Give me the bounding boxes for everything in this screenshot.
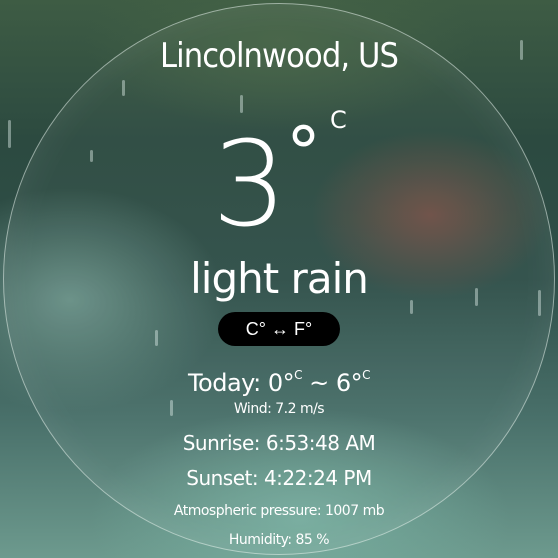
- today-range: Today: 0°C ~ 6°C: [0, 358, 558, 400]
- unit-toggle-button[interactable]: C° ↔ F°: [218, 312, 340, 346]
- today-separator: ~: [302, 369, 336, 397]
- today-min: 0°: [267, 369, 295, 397]
- wind-speed: Wind: 7.2 m/s: [233, 401, 325, 417]
- today-max: 6°: [335, 369, 363, 397]
- degree-symbol: °: [286, 112, 321, 194]
- weather-background: Lincolnwood, US 3 ° C light rain C° ↔ F°…: [0, 0, 558, 558]
- sunrise-time: Sunrise: 6:53:48 AM: [182, 431, 376, 455]
- humidity: Humidity: 85 %: [228, 532, 330, 548]
- temperature-value: 3: [212, 115, 287, 253]
- weather-description: light rain: [190, 254, 369, 303]
- city-name: Lincolnwood, US: [159, 36, 399, 76]
- today-min-unit: C: [294, 368, 302, 382]
- temperature-unit: C: [330, 106, 347, 134]
- sunset-time: Sunset: 4:22:24 PM: [186, 466, 372, 490]
- weather-panel: Lincolnwood, US 3 ° C light rain C° ↔ F°…: [0, 0, 558, 558]
- today-max-unit: C: [362, 368, 371, 382]
- current-temperature: 3 ° C: [0, 108, 558, 253]
- today-label: Today:: [187, 369, 268, 397]
- atmospheric-pressure: Atmospheric pressure: 1007 mb: [173, 503, 385, 519]
